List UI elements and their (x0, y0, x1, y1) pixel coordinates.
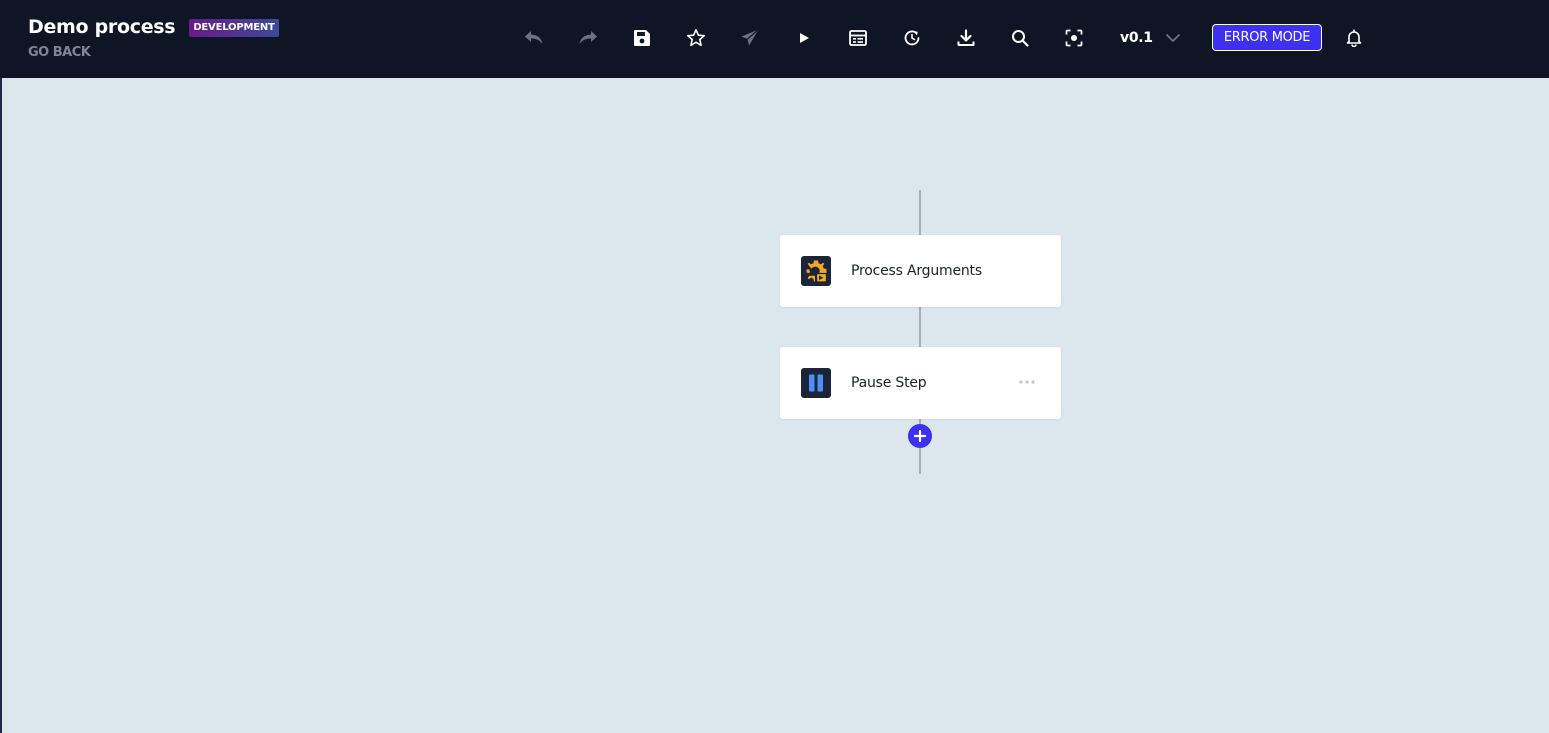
error-mode-button[interactable]: ERROR MODE (1212, 24, 1322, 51)
send-icon (741, 29, 759, 46)
undo-button[interactable] (522, 26, 546, 50)
title-block: Demo process DEVELOPMENT GO BACK (28, 14, 279, 60)
download-button[interactable] (954, 26, 978, 50)
page-title: Demo process (28, 16, 176, 38)
add-step-button[interactable] (908, 424, 932, 448)
step-node-pause-step[interactable]: Pause Step (780, 347, 1061, 419)
publish-button[interactable] (738, 26, 762, 50)
history-button[interactable] (900, 26, 924, 50)
top-bar: Demo process DEVELOPMENT GO BACK v0.1 ER… (0, 0, 1549, 78)
environment-badge: DEVELOPMENT (189, 18, 279, 37)
node-icon-box (801, 256, 831, 286)
history-icon (904, 30, 920, 46)
gear-icon (806, 260, 828, 283)
flow-connector (919, 190, 921, 235)
star-icon (687, 29, 705, 47)
flow-connector (919, 306, 921, 347)
step-label: Pause Step (851, 375, 927, 391)
left-edge-divider (0, 78, 2, 733)
bell-icon (1346, 29, 1362, 47)
favorite-button[interactable] (684, 26, 708, 50)
redo-icon (579, 31, 597, 44)
download-icon (957, 29, 975, 46)
node-icon-box (801, 368, 831, 398)
fit-view-button[interactable] (1062, 26, 1086, 50)
version-label: v0.1 (1120, 30, 1153, 46)
play-icon (800, 33, 809, 43)
step-node-process-arguments[interactable]: Process Arguments (780, 235, 1061, 307)
plus-icon (914, 430, 926, 442)
table-button[interactable] (846, 26, 870, 50)
chevron-down-icon (1165, 33, 1180, 43)
table-icon (849, 30, 867, 46)
step-options-button[interactable] (1015, 374, 1039, 390)
step-label: Process Arguments (851, 263, 982, 279)
title-row: Demo process DEVELOPMENT (28, 14, 279, 41)
redo-button[interactable] (576, 26, 600, 50)
go-back-link[interactable]: GO BACK (28, 45, 91, 60)
version-selector[interactable]: v0.1 (1120, 27, 1181, 49)
focus-icon (1065, 29, 1083, 47)
pause-icon (809, 374, 823, 392)
notifications-button[interactable] (1342, 26, 1366, 50)
save-icon (634, 30, 650, 46)
undo-icon (525, 31, 543, 44)
run-button[interactable] (792, 26, 816, 50)
save-button[interactable] (630, 26, 654, 50)
search-button[interactable] (1008, 26, 1032, 50)
more-horizontal-icon (1019, 380, 1035, 384)
search-icon (1012, 30, 1029, 47)
